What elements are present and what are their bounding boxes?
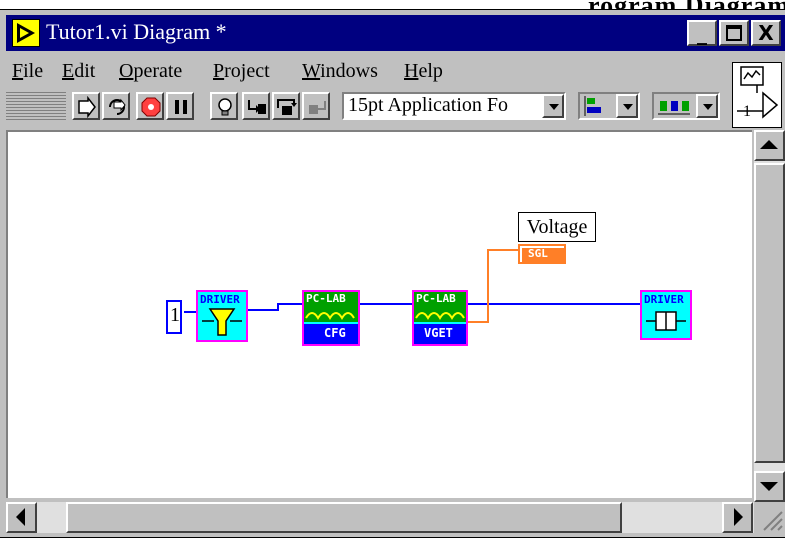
distribute-objects-dropdown[interactable] bbox=[652, 92, 720, 120]
voltage-label[interactable]: Voltage bbox=[518, 212, 596, 242]
driver-close-label: DRIVER bbox=[644, 293, 684, 306]
title-bar[interactable]: Tutor1.vi Diagram * _ X bbox=[6, 15, 785, 51]
menu-project[interactable]: Project bbox=[213, 60, 270, 83]
step-into-button[interactable] bbox=[242, 92, 270, 120]
maximize-icon bbox=[726, 25, 742, 41]
window-title: Tutor1.vi Diagram * bbox=[46, 19, 227, 44]
menu-edit-label: Edit bbox=[62, 60, 96, 82]
scroll-left-button[interactable] bbox=[6, 502, 37, 533]
diagram-window: Tutor1.vi Diagram * _ X File Edit Operat… bbox=[0, 9, 785, 538]
arrow-down-icon bbox=[760, 482, 778, 491]
align-objects-icon bbox=[584, 96, 601, 116]
run-icon bbox=[78, 96, 96, 118]
driver-close-icon bbox=[646, 311, 686, 331]
waveform-icon bbox=[304, 308, 358, 322]
chevron-down-icon[interactable] bbox=[696, 94, 718, 118]
toolbar: 15pt Application Fo bbox=[6, 90, 726, 124]
connector-pane-label: 1 bbox=[743, 103, 751, 120]
pclab-vget-sub-label: VGET bbox=[424, 326, 453, 340]
vi-connector-pane[interactable]: 1 bbox=[732, 62, 782, 128]
highlight-execution-icon bbox=[218, 98, 232, 116]
font-dropdown[interactable]: 15pt Application Fo bbox=[342, 92, 566, 120]
pclab-cfg-footer: CFG bbox=[304, 324, 358, 344]
horizontal-scrollbar[interactable] bbox=[6, 502, 754, 533]
chevron-down-icon[interactable] bbox=[616, 94, 638, 118]
wire-vget-to-voltage[interactable] bbox=[466, 249, 518, 323]
driver-open-icon bbox=[202, 308, 242, 336]
resize-grip[interactable] bbox=[754, 502, 785, 533]
wire-driver-to-cfg[interactable] bbox=[248, 303, 302, 311]
driver-open-node[interactable]: DRIVER bbox=[196, 290, 248, 342]
highlight-execution-button[interactable] bbox=[210, 92, 238, 120]
scroll-down-button[interactable] bbox=[754, 471, 785, 502]
minimize-button[interactable]: _ bbox=[687, 20, 717, 46]
arrow-up-icon bbox=[760, 140, 778, 149]
pclab-vget-label: PC-LAB bbox=[416, 292, 456, 305]
vertical-scroll-thumb[interactable] bbox=[754, 163, 785, 463]
resize-grip-icon bbox=[763, 511, 783, 531]
scroll-right-button[interactable] bbox=[722, 502, 753, 533]
labview-vi-icon[interactable] bbox=[12, 19, 40, 47]
pclab-cfg-label: PC-LAB bbox=[306, 292, 346, 305]
pclab-cfg-node[interactable]: PC-LAB CFG bbox=[302, 290, 360, 346]
driver-close-node[interactable]: DRIVER bbox=[640, 290, 692, 340]
pause-icon bbox=[175, 100, 187, 114]
driver-open-label: DRIVER bbox=[200, 293, 240, 306]
menu-windows[interactable]: Windows bbox=[302, 60, 378, 83]
step-over-icon bbox=[277, 99, 297, 115]
abort-icon bbox=[141, 97, 161, 117]
font-dropdown-value: 15pt Application Fo bbox=[348, 94, 508, 116]
close-button[interactable]: X bbox=[751, 20, 781, 46]
waveform-icon bbox=[414, 308, 466, 322]
voltage-indicator-terminal[interactable]: SGL bbox=[518, 244, 566, 264]
chevron-down-icon[interactable] bbox=[542, 94, 564, 118]
align-objects-dropdown[interactable] bbox=[578, 92, 640, 120]
maximize-button[interactable] bbox=[719, 20, 749, 46]
run-button[interactable] bbox=[72, 92, 100, 120]
pclab-vget-node[interactable]: PC-LAB VGET bbox=[412, 290, 468, 346]
menu-help[interactable]: Help bbox=[404, 60, 443, 83]
sgl-type-label: SGL bbox=[528, 247, 548, 260]
menu-file-label: File bbox=[12, 60, 44, 82]
numeric-constant-value: 1 bbox=[170, 304, 180, 326]
menu-project-label: Project bbox=[213, 60, 270, 82]
menu-windows-label: Windows bbox=[302, 60, 378, 82]
vi-connector-icon bbox=[737, 66, 779, 119]
run-continuously-icon bbox=[109, 98, 126, 115]
menu-help-label: Help bbox=[404, 60, 443, 82]
scroll-up-button[interactable] bbox=[754, 130, 785, 161]
vertical-scrollbar[interactable] bbox=[754, 130, 785, 502]
step-over-button[interactable] bbox=[272, 92, 300, 120]
numeric-constant[interactable]: 1 bbox=[166, 300, 182, 334]
step-out-button[interactable] bbox=[302, 92, 330, 120]
menu-operate[interactable]: Operate bbox=[119, 60, 182, 83]
horizontal-scroll-thumb[interactable] bbox=[66, 502, 622, 533]
pause-button[interactable] bbox=[166, 92, 194, 120]
run-continuously-button[interactable] bbox=[102, 92, 130, 120]
menu-file[interactable]: File bbox=[12, 60, 43, 83]
step-into-icon bbox=[248, 100, 266, 114]
menu-operate-label: Operate bbox=[119, 60, 183, 82]
block-diagram-canvas[interactable]: 1 DRIVER PC-LAB CFG PC-LAB VGET DRIVER V… bbox=[6, 130, 752, 498]
menu-edit[interactable]: Edit bbox=[62, 60, 95, 83]
abort-button[interactable] bbox=[136, 92, 164, 120]
step-out-icon bbox=[309, 101, 326, 114]
menu-bar: File Edit Operate Project Windows Help bbox=[6, 60, 726, 90]
pclab-vget-footer: VGET bbox=[414, 324, 466, 344]
arrow-left-icon bbox=[16, 508, 25, 526]
toolbar-grip bbox=[6, 92, 66, 120]
distribute-objects-icon bbox=[658, 101, 690, 115]
pclab-cfg-sub-label: CFG bbox=[324, 326, 346, 340]
arrow-right-icon bbox=[734, 508, 743, 526]
